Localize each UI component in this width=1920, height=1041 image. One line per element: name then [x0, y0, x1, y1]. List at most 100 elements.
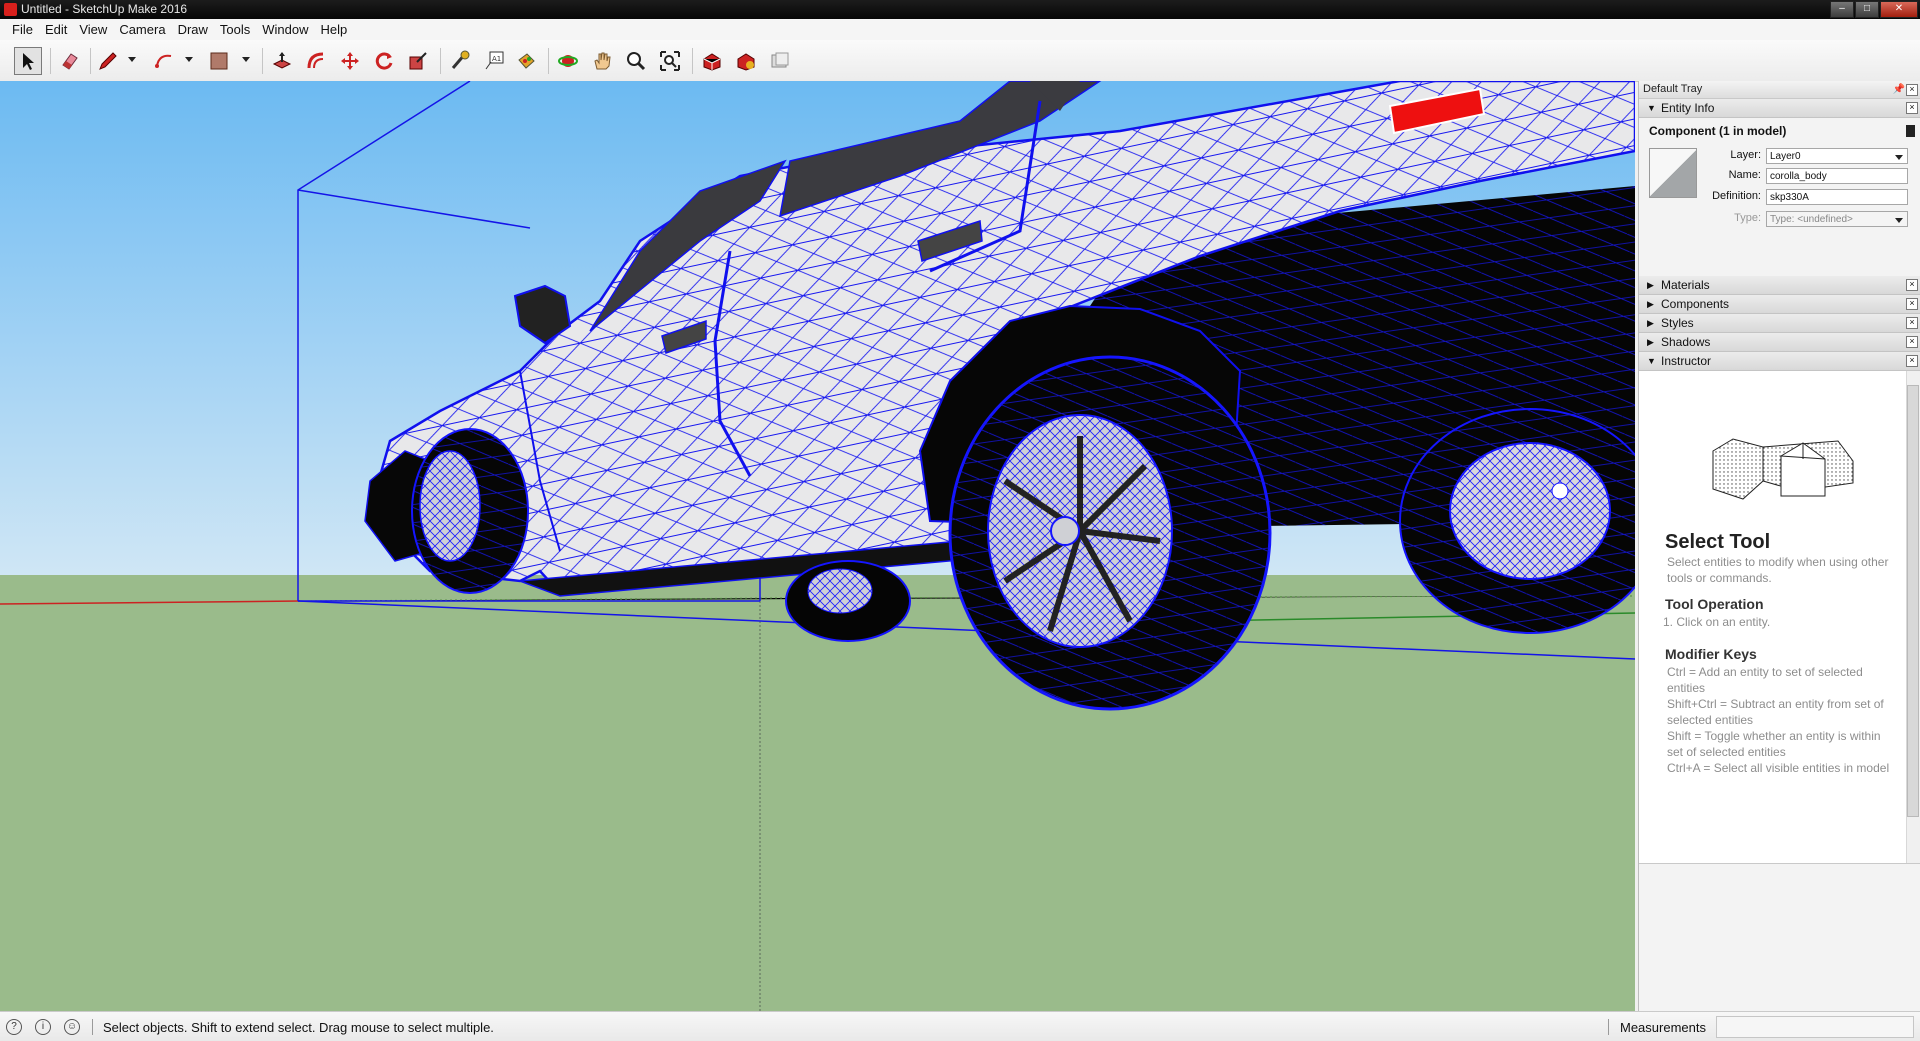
title-bar: Untitled - SketchUp Make 2016 – □ ✕: [0, 0, 1920, 19]
entity-info-header: Entity Info: [1661, 101, 1715, 115]
zoom-extents-tool-button[interactable]: [656, 47, 684, 75]
panel-close-icon[interactable]: ×: [1906, 279, 1918, 291]
front-wheel: [411, 428, 529, 594]
pencil-icon: [99, 52, 117, 70]
measurements-input[interactable]: [1716, 1016, 1914, 1038]
menu-tools[interactable]: Tools: [214, 19, 256, 40]
menu-view[interactable]: View: [73, 19, 113, 40]
sketchup-app-icon: [4, 3, 17, 16]
arrow-cursor-icon: [23, 53, 34, 70]
tool-operation-heading: Tool Operation: [1665, 596, 1764, 612]
main-toolbar: A1: [0, 40, 1920, 82]
rotate-tool-button[interactable]: [370, 47, 398, 75]
layer-select[interactable]: Layer0: [1766, 148, 1908, 164]
extension-warehouse-tool-button[interactable]: [732, 47, 760, 75]
instructor-scrollbar[interactable]: [1906, 371, 1920, 863]
panel-close-icon[interactable]: ×: [1906, 336, 1918, 348]
status-bar: ? i ☺ Select objects. Shift to extend se…: [0, 1011, 1920, 1041]
tray-close-icon[interactable]: ×: [1906, 84, 1918, 96]
status-hint: Select objects. Shift to extend select. …: [103, 1020, 494, 1035]
main-wheel: [948, 355, 1272, 711]
zoom-extents-icon: [660, 51, 680, 71]
panel-close-icon[interactable]: ×: [1906, 355, 1918, 367]
model-viewport[interactable]: [0, 81, 1635, 1011]
rectangle-dropdown-arrow[interactable]: [242, 57, 250, 62]
warehouse-icon: [703, 53, 721, 71]
panel-shadows[interactable]: ▶ Shadows ×: [1639, 333, 1920, 352]
paint-bucket-tool-button[interactable]: [512, 47, 540, 75]
arc-tool-button[interactable]: [150, 47, 178, 75]
text-tool-button[interactable]: A1: [480, 47, 508, 75]
arc-dropdown-arrow[interactable]: [185, 57, 193, 62]
instructor-intro: Select entities to modify when using oth…: [1667, 555, 1889, 585]
pan-hand-icon: [594, 52, 611, 70]
select-tool-button[interactable]: [14, 47, 42, 75]
definition-input[interactable]: skp330A: [1766, 189, 1908, 205]
send-to-layout-tool-button[interactable]: [766, 47, 794, 75]
geolocation-icon[interactable]: ?: [6, 1019, 22, 1035]
panel-close-icon[interactable]: ×: [1906, 317, 1918, 329]
name-input[interactable]: corolla_body: [1766, 168, 1908, 184]
tray-title: Default Tray: [1643, 83, 1703, 95]
pin-icon[interactable]: 📌: [1893, 81, 1905, 98]
components-header: Components: [1661, 297, 1730, 311]
rectangle-tool-button[interactable]: [205, 47, 233, 75]
move-icon: [341, 52, 359, 70]
panel-materials[interactable]: ▶ Materials ×: [1639, 276, 1920, 295]
instructor-title: Select Tool: [1665, 531, 1771, 553]
push-pull-tool-button[interactable]: [268, 47, 296, 75]
orbit-tool-button[interactable]: [554, 47, 582, 75]
instructor-header: Instructor: [1661, 354, 1712, 368]
panel-close-icon[interactable]: ×: [1906, 298, 1918, 310]
menu-edit[interactable]: Edit: [39, 19, 73, 40]
push-pull-icon: [272, 52, 292, 69]
rectangle-icon: [210, 52, 228, 70]
warehouse-tool-button[interactable]: [698, 47, 726, 75]
type-label: Type:: [1734, 212, 1761, 224]
panel-instructor[interactable]: ▼ Instructor ×: [1639, 352, 1920, 371]
panel-entity-info[interactable]: ▼ Entity Info ×: [1639, 99, 1920, 118]
definition-label: Definition:: [1712, 190, 1761, 202]
menu-window[interactable]: Window: [256, 19, 314, 40]
model-scene[interactable]: [0, 81, 1635, 1011]
instructor-scroll-thumb[interactable]: [1907, 385, 1919, 817]
eraser-icon: [62, 53, 78, 70]
close-button[interactable]: ✕: [1880, 1, 1918, 18]
modifier-key-ctrl-a: Ctrl+A = Select all visible entities in …: [1667, 761, 1890, 775]
panel-components[interactable]: ▶ Components ×: [1639, 295, 1920, 314]
eraser-tool-button[interactable]: [56, 47, 84, 75]
zoom-tool-button[interactable]: [622, 47, 650, 75]
component-title: Component (1 in model): [1649, 124, 1787, 138]
menu-help[interactable]: Help: [315, 19, 354, 40]
extension-warehouse-icon: [737, 53, 755, 71]
menu-file[interactable]: File: [6, 19, 39, 40]
move-tool-button[interactable]: [336, 47, 364, 75]
collapse-triangle-icon: ▼: [1647, 103, 1656, 113]
scale-tool-button[interactable]: [404, 47, 432, 75]
select-tool-illustration-icon: [1712, 438, 1854, 500]
menu-camera[interactable]: Camera: [113, 19, 171, 40]
maximize-button[interactable]: □: [1855, 1, 1879, 18]
panel-close-icon[interactable]: ×: [1906, 102, 1918, 114]
collapse-triangle-icon: ▼: [1647, 356, 1656, 366]
layer-label: Layer:: [1730, 149, 1761, 161]
user-account-icon[interactable]: ☺: [64, 1019, 80, 1035]
credits-icon[interactable]: i: [35, 1019, 51, 1035]
pan-tool-button[interactable]: [588, 47, 616, 75]
modifier-key-shift-ctrl: Shift+Ctrl = Subtract an entity from set…: [1667, 697, 1884, 727]
menu-draw[interactable]: Draw: [172, 19, 214, 40]
styles-header: Styles: [1661, 316, 1694, 330]
panel-styles[interactable]: ▶ Styles ×: [1639, 314, 1920, 333]
offset-tool-button[interactable]: [302, 47, 330, 75]
tool-operation-step: 1. Click on an entity.: [1663, 615, 1771, 629]
line-dropdown-arrow[interactable]: [128, 57, 136, 62]
entity-info-body: Component (1 in model) Layer: Layer0 Nam…: [1639, 118, 1920, 276]
far-wheel: [785, 560, 911, 642]
tape-measure-tool-button[interactable]: [446, 47, 474, 75]
arc-icon: [155, 54, 172, 68]
zoom-icon: [627, 52, 646, 71]
toggle-details-icon[interactable]: [1906, 125, 1915, 137]
minimize-button[interactable]: –: [1830, 1, 1854, 18]
line-tool-button[interactable]: [94, 47, 122, 75]
instructor-body[interactable]: Select Tool Select entities to modify wh…: [1639, 371, 1920, 864]
